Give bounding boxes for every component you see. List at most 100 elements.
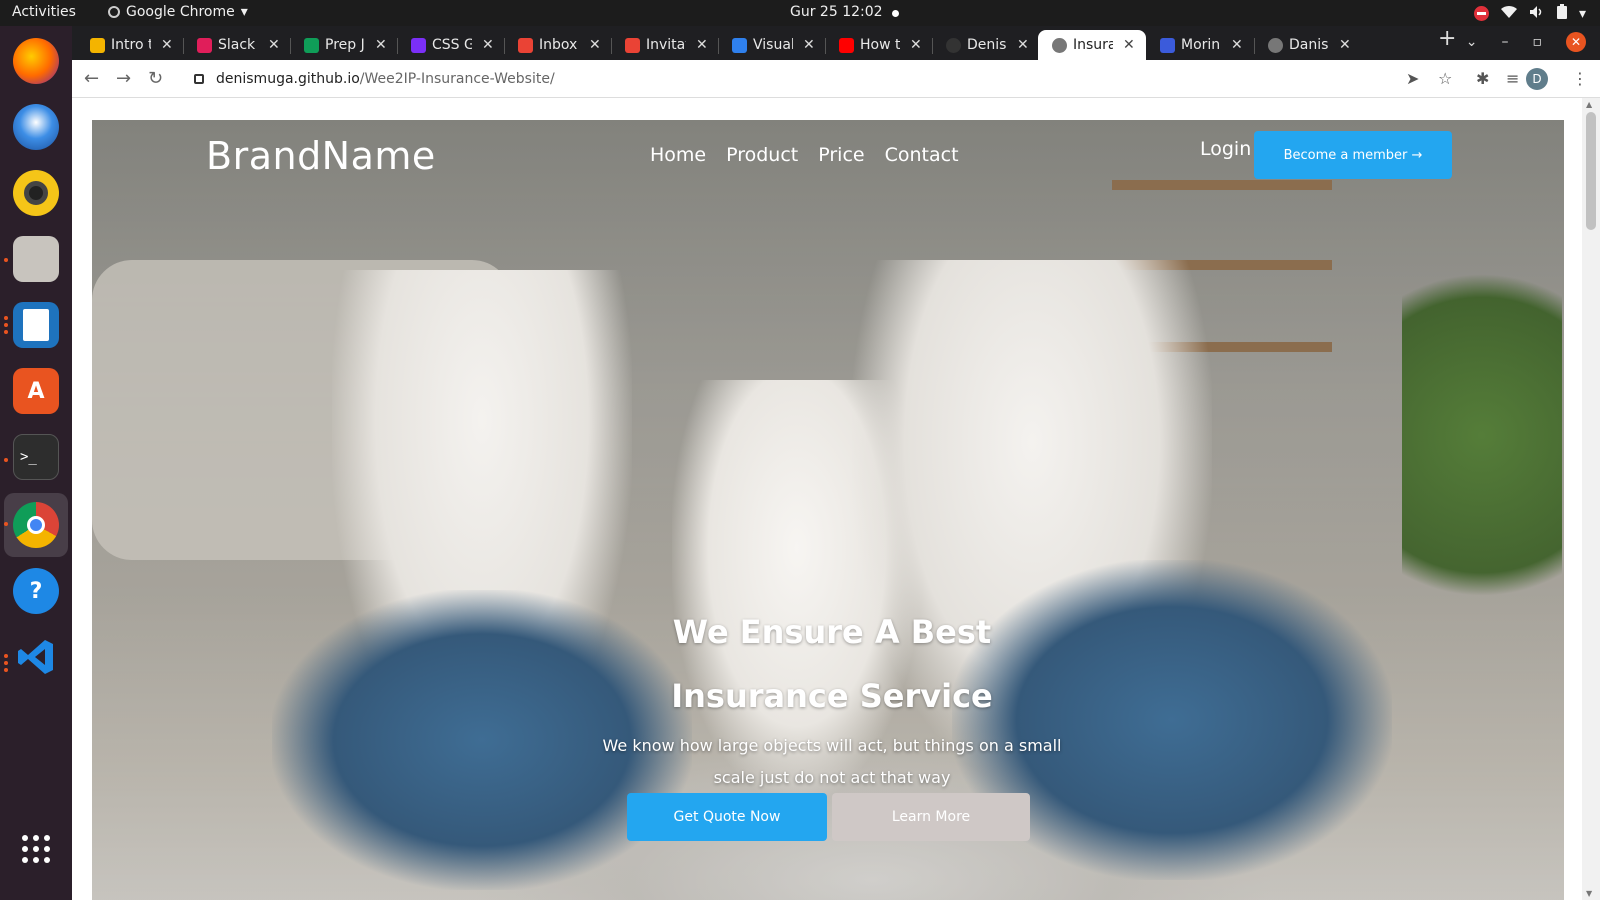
tab[interactable]: Intro t ✕ [76, 30, 180, 60]
close-icon[interactable]: ✕ [1123, 37, 1135, 53]
reload-icon[interactable]: ↻ [148, 68, 163, 89]
app-menu-label: Google Chrome [126, 4, 235, 20]
help-icon[interactable]: ? [13, 568, 59, 614]
chrome-small-icon [108, 6, 120, 18]
activities-button[interactable]: Activities [12, 4, 76, 20]
close-icon[interactable]: ✕ [1231, 37, 1243, 53]
bookmark-star-icon[interactable]: ☆ [1438, 69, 1452, 88]
tab-favicon-icon [732, 37, 747, 53]
close-icon[interactable]: ✕ [1339, 37, 1351, 53]
tab-title: Invitat [646, 37, 686, 53]
vscode-icon[interactable] [13, 634, 59, 680]
tab-title: Inbox [539, 37, 578, 53]
writer-icon[interactable] [13, 302, 59, 348]
scroll-up-icon[interactable]: ▲ [1586, 100, 1592, 109]
extensions-icon[interactable]: ✱ [1476, 69, 1489, 88]
tab[interactable]: CSS Gr ✕ [397, 30, 501, 60]
tab-favicon-icon [1160, 37, 1175, 53]
window-controls: ⌄ – ▫ ✕ [1466, 32, 1586, 52]
tab[interactable]: Visual ✕ [718, 30, 822, 60]
tab[interactable]: Denis ✕ [932, 30, 1036, 60]
tab-title: Visual [753, 37, 793, 53]
globe-icon [1052, 37, 1067, 53]
brand-logo[interactable]: BrandName [206, 134, 436, 178]
close-icon[interactable]: ✕ [1017, 37, 1029, 53]
rhythmbox-icon[interactable] [13, 170, 59, 216]
running-indicator [4, 316, 8, 337]
files-icon[interactable] [13, 236, 59, 282]
scrollbar-thumb[interactable] [1586, 112, 1596, 230]
new-tab-button[interactable]: + [1438, 26, 1456, 51]
tab[interactable]: Inbox ✕ [504, 30, 608, 60]
tab-active[interactable]: Insura ✕ [1038, 30, 1146, 60]
nav-contact[interactable]: Contact [885, 144, 959, 166]
globe-icon [1268, 37, 1283, 53]
hero-headline: We Ensure A Best Insurance Service [572, 600, 1092, 728]
tab-title: CSS Gr [432, 37, 472, 53]
maximize-button[interactable]: ▫ [1533, 34, 1543, 50]
scroll-down-icon[interactable]: ▼ [1586, 889, 1592, 898]
close-icon[interactable]: ✕ [589, 37, 601, 53]
system-tray[interactable]: ▾ [1473, 4, 1586, 23]
close-icon[interactable]: ✕ [696, 37, 708, 53]
tab[interactable]: Morin ✕ [1146, 30, 1254, 60]
menu-kebab-icon[interactable]: ⋮ [1572, 69, 1588, 88]
close-icon[interactable]: ✕ [375, 37, 387, 53]
nav-home[interactable]: Home [650, 144, 706, 166]
app-grid-icon[interactable] [13, 826, 59, 872]
close-icon[interactable]: ✕ [482, 37, 494, 53]
close-icon[interactable]: ✕ [161, 37, 173, 53]
thunderbird-icon[interactable] [13, 104, 59, 150]
nav-price[interactable]: Price [818, 144, 864, 166]
tab-favicon-icon [90, 37, 105, 53]
running-indicator [4, 458, 8, 465]
plant-shape [1402, 220, 1562, 650]
forward-icon[interactable]: → [116, 68, 131, 89]
url-host: denismuga.github.io [216, 71, 360, 87]
tab-favicon-icon [411, 37, 426, 53]
hero-section: BrandName Home Product Price Contact Log… [92, 120, 1564, 900]
page-viewport: BrandName Home Product Price Contact Log… [72, 98, 1582, 900]
tab-title: Prep J [325, 37, 365, 53]
tab[interactable]: Prep J ✕ [290, 30, 394, 60]
shelf-shape [1112, 180, 1332, 190]
close-window-button[interactable]: ✕ [1566, 32, 1586, 52]
url-path: /Wee2IP-Insurance-Website/ [359, 71, 555, 87]
tab-title: Danis [1289, 37, 1329, 53]
tab-title: How t [860, 37, 900, 53]
wifi-icon [1500, 5, 1517, 23]
software-icon[interactable]: A [13, 368, 59, 414]
tab[interactable]: Invitat ✕ [611, 30, 715, 60]
clock[interactable]: Gur 25 12:02 [790, 4, 883, 20]
tab[interactable]: Danis ✕ [1254, 30, 1358, 60]
close-icon[interactable]: ✕ [268, 37, 280, 53]
chrome-icon[interactable] [13, 502, 59, 548]
become-member-button[interactable]: Become a member → [1254, 131, 1452, 179]
login-link[interactable]: Login [1200, 138, 1251, 160]
notification-dot-icon [892, 10, 899, 17]
learn-more-button[interactable]: Learn More [832, 793, 1030, 841]
tab-title: Slack | [218, 37, 258, 53]
system-top-bar: Activities Google Chrome ▾ Gur 25 12:02 … [0, 0, 1600, 26]
terminal-icon[interactable]: >_ [13, 434, 59, 480]
tab-favicon-icon [304, 37, 319, 53]
tab-search-icon[interactable]: ⌄ [1466, 34, 1478, 50]
send-icon[interactable]: ➤ [1406, 69, 1419, 88]
scrollbar[interactable]: ▲ ▼ [1582, 98, 1600, 900]
do-not-disturb-icon [1473, 6, 1489, 21]
tab[interactable]: Slack | ✕ [183, 30, 287, 60]
media-icon[interactable]: ≡ [1506, 69, 1519, 88]
tab[interactable]: How t ✕ [825, 30, 929, 60]
get-quote-button[interactable]: Get Quote Now [627, 793, 827, 841]
minimize-button[interactable]: – [1502, 34, 1509, 50]
avatar[interactable]: D [1526, 68, 1548, 90]
close-icon[interactable]: ✕ [803, 37, 815, 53]
close-icon[interactable]: ✕ [910, 37, 922, 53]
tab-title: Intro t [111, 37, 151, 53]
firefox-icon[interactable] [13, 38, 59, 84]
back-icon[interactable]: ← [84, 68, 99, 89]
app-menu[interactable]: Google Chrome ▾ [108, 4, 248, 20]
address-bar[interactable]: denismuga.github.io/Wee2IP-Insurance-Web… [184, 64, 1420, 94]
lock-icon [194, 74, 204, 84]
nav-product[interactable]: Product [726, 144, 798, 166]
